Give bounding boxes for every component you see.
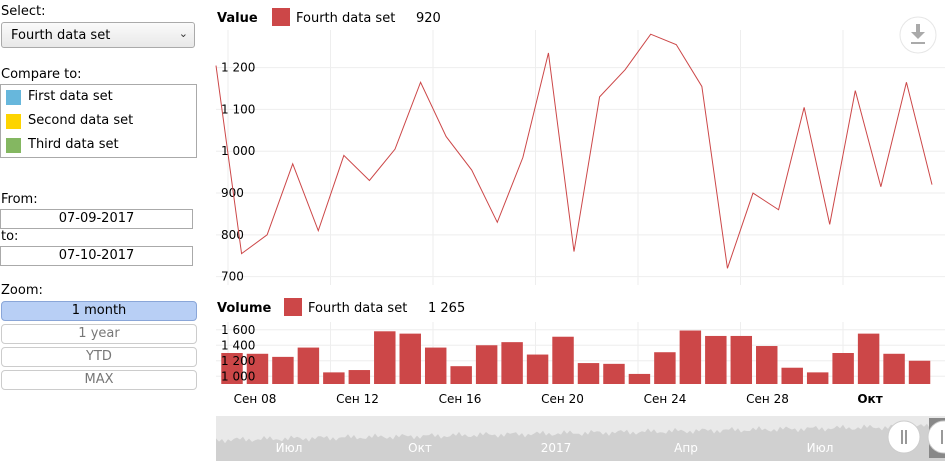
x-axis-tick-label: Сен 28 bbox=[746, 392, 789, 406]
volume-bar bbox=[399, 333, 421, 384]
volume-axis-tick-label: 1 000 bbox=[221, 369, 255, 383]
export-button[interactable] bbox=[899, 16, 937, 54]
volume-legend-value: 1 265 bbox=[428, 301, 465, 316]
x-axis-tick-label: Сен 08 bbox=[234, 392, 277, 406]
scrollbar-axis-label: Окт bbox=[408, 441, 432, 455]
volume-bar bbox=[730, 335, 753, 384]
volume-bar bbox=[501, 342, 523, 384]
value-legend-swatch bbox=[272, 8, 290, 26]
volume-bar bbox=[857, 333, 880, 384]
volume-bar bbox=[781, 367, 803, 384]
value-axis-tick-label: 1 200 bbox=[221, 61, 255, 75]
volume-bar bbox=[374, 331, 396, 384]
value-axis-tick-label: 700 bbox=[221, 270, 244, 284]
volume-bar bbox=[348, 370, 371, 384]
x-axis-tick-label: Сен 20 bbox=[541, 392, 584, 406]
volume-bar bbox=[883, 353, 905, 384]
volume-bar bbox=[628, 373, 651, 384]
value-axis-tick-label: 800 bbox=[221, 228, 244, 242]
volume-bar bbox=[832, 353, 854, 384]
volume-bar bbox=[552, 336, 574, 384]
x-axis-tick-label: Окт bbox=[857, 392, 882, 406]
volume-bar bbox=[806, 372, 829, 384]
value-axis-tick-label: 1 000 bbox=[221, 144, 255, 158]
scrollbar-grip-right[interactable] bbox=[927, 418, 945, 458]
volume-bar bbox=[297, 347, 320, 384]
volume-panel-title: Volume bbox=[217, 301, 272, 316]
scrollbar-axis-label: 2017 bbox=[541, 441, 572, 455]
x-axis-tick-label: Сен 12 bbox=[336, 392, 379, 406]
value-legend-label: Fourth data set bbox=[296, 11, 395, 26]
scrollbar-axis-label: Июл bbox=[807, 441, 834, 455]
stock-chart[interactable]: Value Fourth data set 920 1 200 1 100 1 00… bbox=[0, 0, 945, 461]
volume-bar bbox=[450, 366, 472, 384]
volume-bar bbox=[526, 354, 549, 384]
volume-bar bbox=[424, 347, 447, 384]
volume-bar bbox=[603, 363, 625, 384]
scrollbar-axis-label: Июл bbox=[276, 441, 303, 455]
x-axis-tick-label: Сен 24 bbox=[644, 392, 687, 406]
x-axis-tick-label: Сен 16 bbox=[439, 392, 482, 406]
volume-bar bbox=[756, 346, 778, 384]
volume-bar bbox=[272, 356, 294, 384]
volume-legend-swatch bbox=[284, 298, 302, 316]
volume-bar bbox=[323, 372, 345, 384]
value-panel-title: Value bbox=[217, 11, 258, 26]
value-legend-value: 920 bbox=[416, 11, 441, 26]
value-axis-tick-label: 1 100 bbox=[221, 102, 255, 116]
volume-axis-tick-label: 1 400 bbox=[221, 338, 255, 352]
scrollbar-axis-label: Апр bbox=[674, 441, 698, 455]
volume-bar bbox=[705, 335, 727, 384]
volume-bar bbox=[654, 352, 676, 384]
volume-bar bbox=[475, 345, 498, 384]
volume-legend-label: Fourth data set bbox=[308, 301, 407, 316]
volume-axis-tick-label: 1 600 bbox=[221, 323, 255, 337]
volume-axis-tick-label: 1 200 bbox=[221, 354, 255, 368]
volume-bar bbox=[679, 330, 702, 384]
scrollbar-grip-left[interactable] bbox=[887, 420, 921, 454]
volume-bar bbox=[908, 360, 931, 384]
volume-bar bbox=[577, 363, 600, 384]
